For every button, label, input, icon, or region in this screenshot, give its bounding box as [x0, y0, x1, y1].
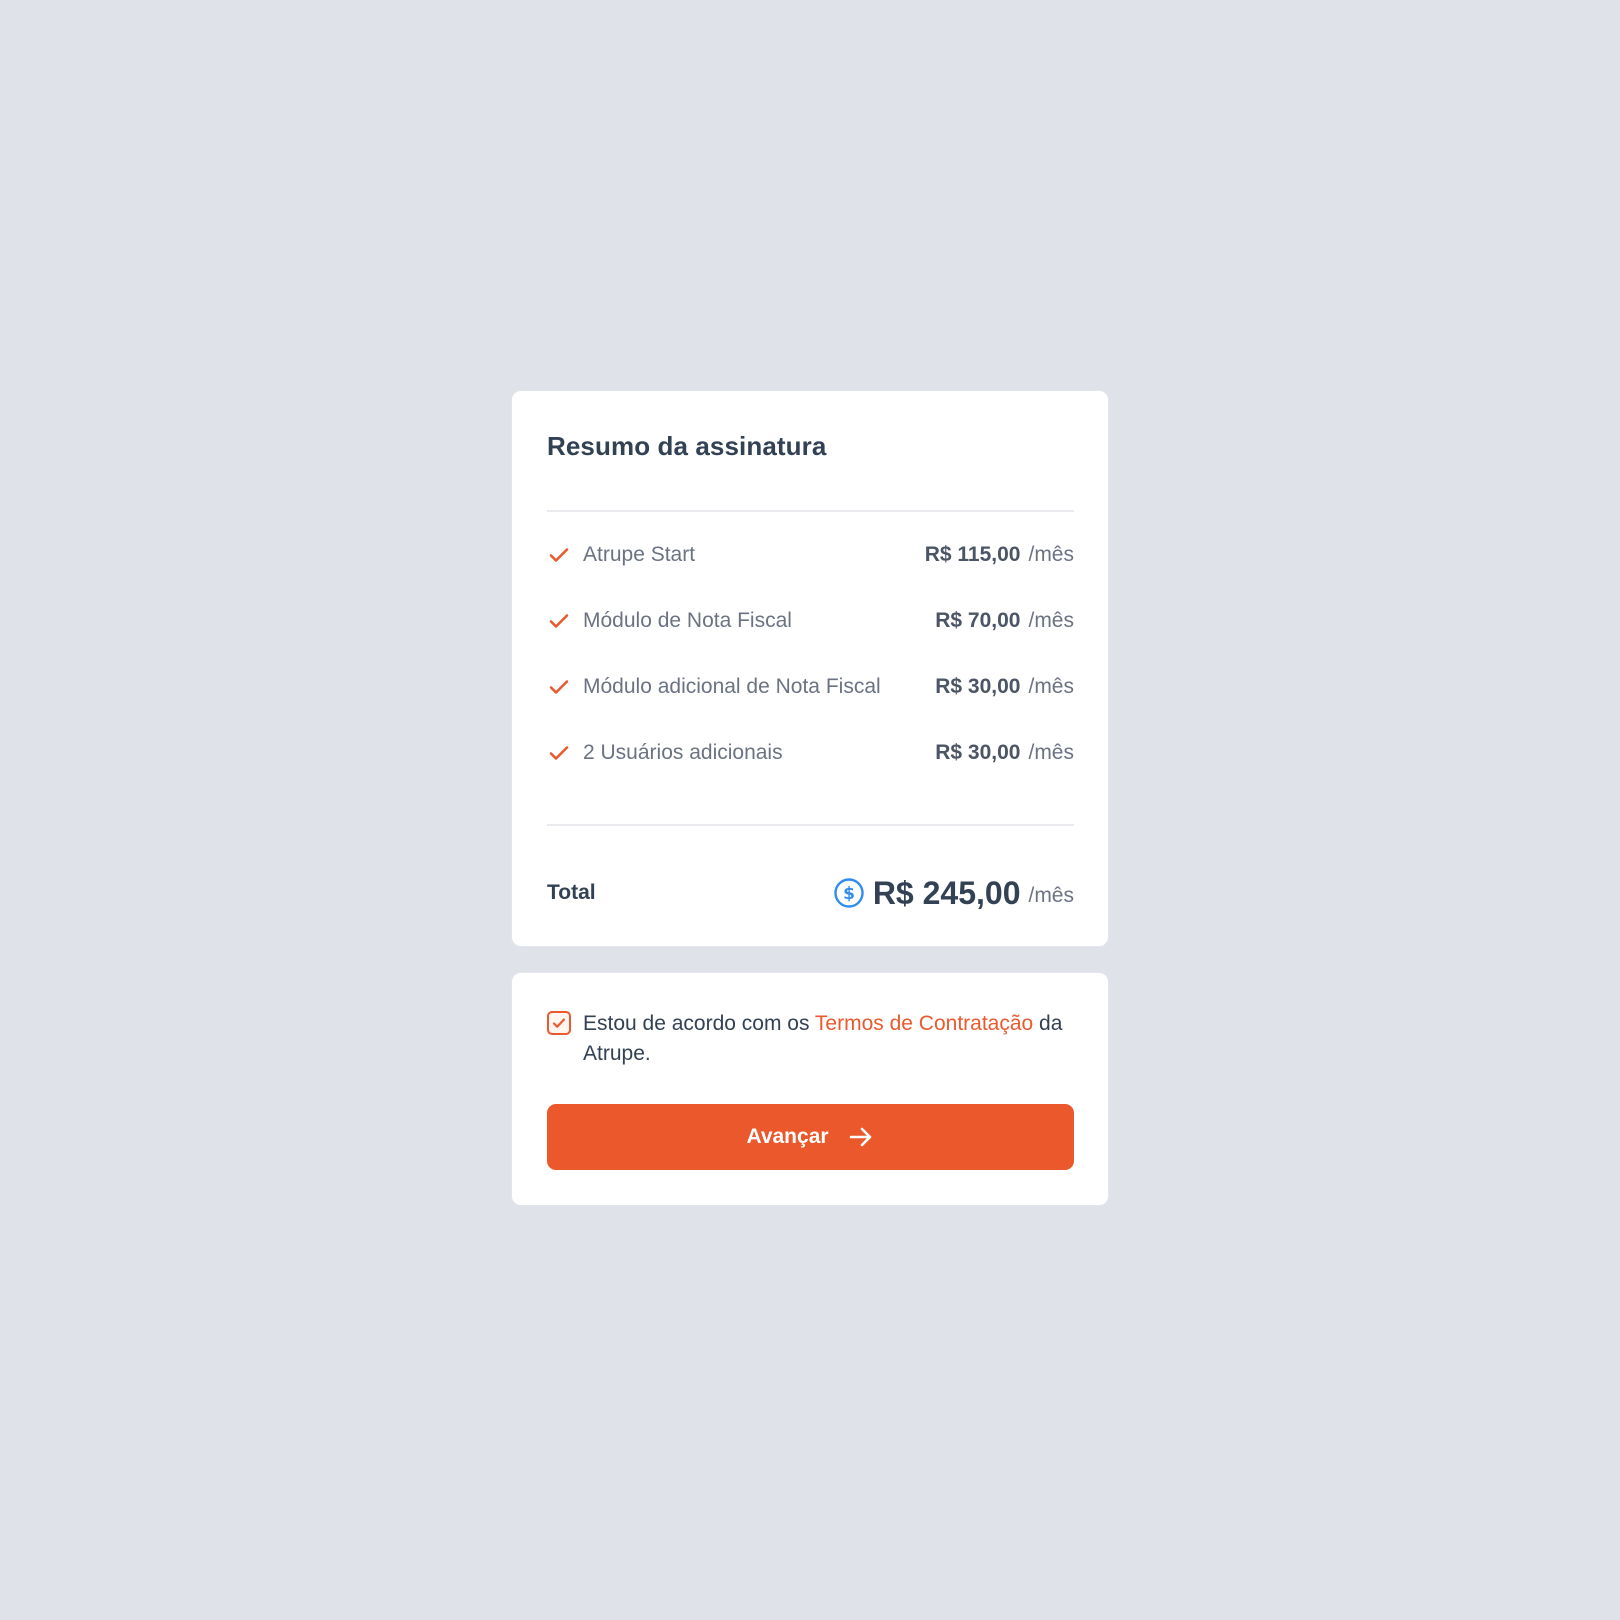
- advance-button-label: Avançar: [746, 1125, 829, 1148]
- check-icon: [549, 548, 569, 562]
- check-icon: [552, 1018, 566, 1028]
- list-item: Módulo adicional de Nota Fiscal R$ 30,00…: [547, 667, 1074, 707]
- item-price: R$ 30,00: [935, 675, 1021, 698]
- list-item: Módulo de Nota Fiscal R$ 70,00 /mês: [547, 601, 1074, 641]
- total-value: R$ 245,00: [872, 874, 1021, 911]
- item-period: /mês: [1028, 609, 1074, 632]
- arrow-right-icon: [849, 1127, 871, 1147]
- terms-card: Estou de acordo com os Termos de Contrat…: [511, 972, 1109, 1206]
- divider: [547, 510, 1074, 512]
- total-label: Total: [547, 881, 596, 904]
- check-icon: [549, 746, 569, 760]
- terms-link[interactable]: Termos de Contratação: [815, 1012, 1033, 1035]
- list-item: 2 Usuários adicionais R$ 30,00 /mês: [547, 733, 1074, 773]
- item-period: /mês: [1028, 741, 1074, 764]
- item-label: Módulo adicional de Nota Fiscal: [583, 675, 881, 698]
- terms-text-before: Estou de acordo com os: [583, 1012, 815, 1035]
- check-icon: [549, 614, 569, 628]
- item-period: /mês: [1028, 543, 1074, 566]
- total-period: /mês: [1028, 884, 1074, 907]
- terms-checkbox[interactable]: [547, 1011, 571, 1035]
- terms-agreement: Estou de acordo com os Termos de Contrat…: [547, 1009, 1074, 1069]
- item-label: 2 Usuários adicionais: [583, 741, 783, 764]
- dollar-circle-icon: $: [834, 878, 864, 908]
- item-label: Módulo de Nota Fiscal: [583, 609, 792, 632]
- divider: [547, 824, 1074, 826]
- item-period: /mês: [1028, 675, 1074, 698]
- svg-text:$: $: [843, 884, 855, 904]
- subscription-summary-card: Resumo da assinatura Atrupe Start R$ 115…: [511, 390, 1109, 947]
- list-item: Atrupe Start R$ 115,00 /mês: [547, 535, 1074, 575]
- item-label: Atrupe Start: [583, 543, 696, 566]
- item-price: R$ 30,00: [935, 741, 1021, 764]
- terms-text: Estou de acordo com os Termos de Contrat…: [583, 1009, 1074, 1069]
- summary-title: Resumo da assinatura: [547, 431, 827, 461]
- item-price: R$ 115,00: [924, 543, 1021, 566]
- total-row: Total $ R$ 245,00 /mês: [547, 869, 1074, 917]
- advance-button[interactable]: Avançar: [547, 1104, 1074, 1170]
- item-price: R$ 70,00: [935, 609, 1021, 632]
- check-icon: [549, 680, 569, 694]
